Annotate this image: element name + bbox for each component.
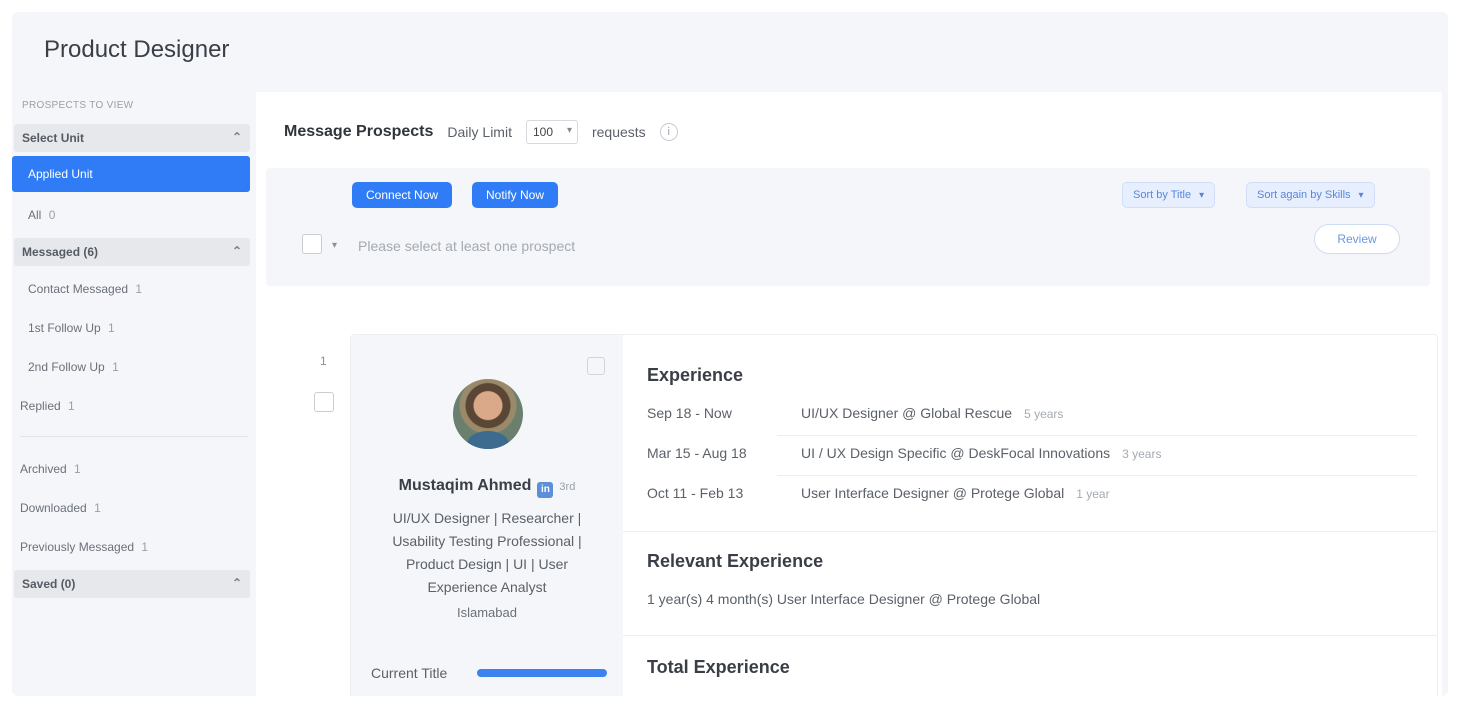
relevant-experience-text: 1 year(s) 4 month(s) User Interface Desi… xyxy=(647,591,1041,607)
experience-dates: Oct 11 - Feb 13 xyxy=(647,485,744,501)
sidebar-item-previously-messaged[interactable]: Previously Messaged 1 xyxy=(20,540,148,554)
sidebar-item-label: Replied xyxy=(20,399,61,413)
sort-title-filter[interactable]: Sort by Title ▾ xyxy=(1122,182,1216,208)
app-frame: Product Designer PROSPECTS TO VIEW Selec… xyxy=(12,12,1448,696)
page-title: Product Designer xyxy=(44,36,230,63)
row-index: 1 xyxy=(320,354,327,368)
daily-limit-select[interactable]: 100 ▾ xyxy=(525,120,578,144)
count-badge: 1 xyxy=(68,399,75,413)
count-badge: 1 xyxy=(135,282,143,296)
chevron-up-icon[interactable]: ⌃ xyxy=(232,130,242,144)
info-icon[interactable]: i xyxy=(659,123,678,141)
sidebar-item-replied[interactable]: Replied 1 xyxy=(20,399,75,413)
linkedin-icon[interactable]: in xyxy=(537,482,554,498)
count-badge: 1 xyxy=(94,501,101,515)
sidebar-group-label: Select Unit xyxy=(22,131,85,145)
selection-hint: Please select at least one prospect xyxy=(358,238,576,254)
experience-role: UI / UX Design Specific @ DeskFocal Inno… xyxy=(801,445,1111,461)
sidebar: PROSPECTS TO VIEW Select Unit ⌃ Applied … xyxy=(12,92,252,696)
prospect-checkbox[interactable] xyxy=(314,392,334,412)
count-badge: 1 xyxy=(108,321,115,335)
prospect-name[interactable]: Mustaqim Ahmed xyxy=(399,477,532,494)
prospect-name-row: Mustaqim Ahmed in 3rd xyxy=(351,477,623,498)
experience-role-row: UI / UX Design Specific @ DeskFocal Inno… xyxy=(801,445,1161,461)
daily-limit-label: Daily Limit xyxy=(447,124,512,140)
experience-tenure: 5 years xyxy=(1024,407,1064,421)
sidebar-caption: PROSPECTS TO VIEW xyxy=(22,100,134,111)
experience-row: Mar 15 - Aug 18 UI / UX Design Specific … xyxy=(647,435,1417,475)
prospect-headline: UI/UX Designer | Researcher | Usability … xyxy=(392,510,582,595)
relevant-experience-title: Relevant Experience xyxy=(647,551,824,571)
experience-role: UI/UX Designer @ Global Rescue xyxy=(801,405,1013,421)
sidebar-item-label: Previously Messaged xyxy=(20,540,135,554)
sidebar-divider xyxy=(20,436,248,437)
sidebar-group-label: Saved (0) xyxy=(22,577,76,591)
sidebar-item-label: All xyxy=(28,208,42,222)
sidebar-item-applied[interactable]: Applied Unit xyxy=(12,156,250,192)
sidebar-item-archived[interactable]: Archived 1 xyxy=(20,462,81,476)
sidebar-item-label: Downloaded xyxy=(20,501,87,515)
sidebar-group-messaged[interactable]: Messaged (6) ⌃ xyxy=(14,238,250,266)
review-button[interactable]: Review xyxy=(1314,224,1400,254)
count-badge: 1 xyxy=(141,540,149,554)
avatar xyxy=(453,379,523,449)
profile-menu-icon[interactable] xyxy=(587,357,605,375)
experience-row: Sep 18 - Now UI/UX Designer @ Global Res… xyxy=(647,395,1417,435)
daily-limit-value: 100 xyxy=(532,125,554,139)
prospect-details: Experience Sep 18 - Now UI/UX Designer @… xyxy=(623,335,1437,696)
meter-label: Current Title xyxy=(371,665,448,681)
toolbar: Message Prospects Daily Limit 100 ▾ requ… xyxy=(284,120,678,144)
action-panel: Connect Now Notify Now Sort by Title ▾ So… xyxy=(266,168,1430,286)
experience-row: Oct 11 - Feb 13 User Interface Designer … xyxy=(647,475,1417,515)
prospect-profile: Mustaqim Ahmed in 3rd UI/UX Designer | Res… xyxy=(351,335,623,696)
sidebar-item-label: 1st Follow Up xyxy=(28,321,101,335)
experience-tenure: 3 years xyxy=(1122,447,1162,461)
chevron-down-icon: ▾ xyxy=(1358,190,1364,201)
sidebar-item-label: 2nd Follow Up xyxy=(28,360,105,374)
notify-now-button[interactable]: Notify Now xyxy=(472,182,559,208)
sidebar-item-all[interactable]: All 0 xyxy=(28,208,55,222)
count-badge: 0 xyxy=(48,208,56,222)
connection-degree: 3rd xyxy=(559,481,576,493)
sidebar-item-1st-follow-up[interactable]: 1st Follow Up 1 xyxy=(28,321,115,335)
connect-now-button[interactable]: Connect Now xyxy=(352,182,453,208)
sidebar-item-label: Archived xyxy=(20,462,67,476)
filter-label: Sort again by Skills xyxy=(1257,189,1351,201)
experience-dates: Mar 15 - Aug 18 xyxy=(647,445,747,461)
section-title: Message Prospects xyxy=(284,123,434,140)
prospect-location: Islamabad xyxy=(457,605,517,620)
count-badge: 1 xyxy=(74,462,81,476)
sort-skills-filter[interactable]: Sort again by Skills ▾ xyxy=(1246,182,1375,208)
sidebar-item-2nd-follow-up[interactable]: 2nd Follow Up 1 xyxy=(28,360,119,374)
sidebar-group-label: Messaged (6) xyxy=(22,245,99,259)
experience-dates: Sep 18 - Now xyxy=(647,405,732,421)
chevron-up-icon[interactable]: ⌃ xyxy=(232,576,242,590)
sidebar-item-contact-messaged[interactable]: Contact Messaged 1 xyxy=(28,282,142,296)
sidebar-item-label: Contact Messaged xyxy=(28,282,129,296)
filter-label: Sort by Title xyxy=(1133,189,1192,201)
total-experience-title: Total Experience xyxy=(647,657,790,677)
section-divider xyxy=(623,635,1437,636)
section-divider xyxy=(623,531,1437,532)
match-meter xyxy=(477,669,607,677)
count-badge: 1 xyxy=(112,360,119,374)
requests-label: requests xyxy=(591,124,646,140)
experience-title: Experience xyxy=(647,365,744,385)
select-all-checkbox[interactable] xyxy=(302,234,322,254)
experience-role: User Interface Designer @ Protege Global xyxy=(801,485,1065,501)
chevron-down-icon: ▾ xyxy=(566,125,572,136)
chevron-down-icon: ▾ xyxy=(1199,190,1205,201)
experience-role-row: User Interface Designer @ Protege Global… xyxy=(801,485,1110,501)
experience-role-row: UI/UX Designer @ Global Rescue 5 years xyxy=(801,405,1063,421)
main-panel: Message Prospects Daily Limit 100 ▾ requ… xyxy=(256,92,1442,696)
sidebar-item-downloaded[interactable]: Downloaded 1 xyxy=(20,501,101,515)
chevron-down-icon[interactable]: ▾ xyxy=(332,240,337,251)
prospect-card: Mustaqim Ahmed in 3rd UI/UX Designer | Res… xyxy=(350,334,1438,696)
sidebar-group-select[interactable]: Select Unit ⌃ xyxy=(14,124,250,152)
sidebar-group-saved[interactable]: Saved (0) ⌃ xyxy=(14,570,250,598)
experience-tenure: 1 year xyxy=(1076,487,1110,501)
chevron-up-icon[interactable]: ⌃ xyxy=(232,244,242,258)
